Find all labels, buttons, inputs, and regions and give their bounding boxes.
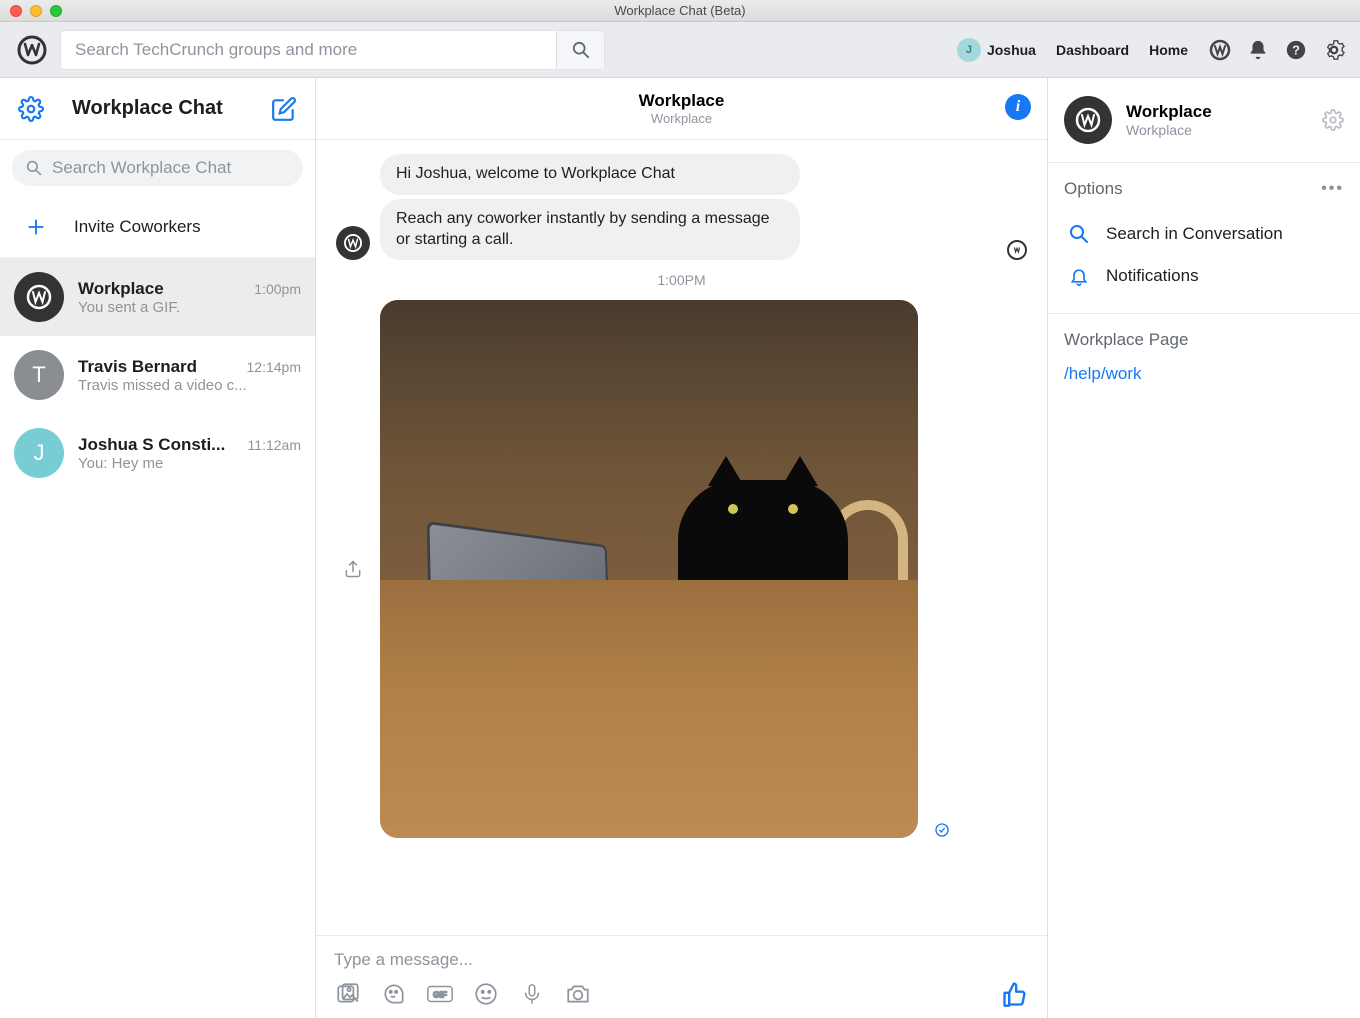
conv-preview: You: Hey me	[78, 455, 301, 472]
invite-coworkers-button[interactable]: Invite Coworkers	[0, 196, 315, 258]
contact-name: Workplace	[1126, 102, 1212, 122]
workplace-ring-icon[interactable]	[1208, 38, 1232, 62]
window-titlebar: Workplace Chat (Beta)	[0, 0, 1360, 22]
message-composer: GIF	[316, 935, 1047, 1018]
chat-subtitle: Workplace	[651, 111, 712, 126]
timestamp-label: 1:00PM	[336, 272, 1027, 288]
global-search-button[interactable]	[556, 31, 604, 69]
workplace-page-link[interactable]: /help/work	[1064, 364, 1344, 384]
gif-message-image[interactable]	[380, 300, 918, 838]
info-icon[interactable]: i	[1005, 94, 1031, 120]
conv-preview: You sent a GIF.	[78, 299, 301, 316]
nav-dashboard[interactable]: Dashboard	[1056, 42, 1129, 58]
options-heading: Options	[1064, 179, 1123, 199]
attach-photo-icon[interactable]	[334, 980, 362, 1008]
compose-new-message-icon[interactable]	[271, 96, 297, 122]
user-name-label: Joshua	[987, 42, 1036, 58]
sidebar-search[interactable]	[12, 150, 303, 186]
message-avatar-icon	[336, 226, 370, 260]
global-search-input[interactable]	[61, 40, 556, 60]
chat-header: Workplace Workplace i	[316, 78, 1047, 140]
workplace-logo-icon[interactable]	[14, 32, 50, 68]
zoom-window-icon[interactable]	[50, 5, 62, 17]
conv-time: 12:14pm	[247, 359, 301, 375]
composer-input[interactable]	[334, 950, 1029, 970]
chat-pane: Workplace Workplace i Hi Joshua, welcome…	[316, 78, 1048, 1018]
conversation-item-travis[interactable]: T Travis Bernard 12:14pm Travis missed a …	[0, 336, 315, 414]
svg-text:GIF: GIF	[433, 990, 447, 1000]
notifications-option-button[interactable]: Notifications	[1064, 255, 1344, 297]
conv-name: Joshua S Consti...	[78, 435, 225, 455]
svg-text:?: ?	[1292, 42, 1300, 57]
contact-avatar-icon	[1064, 96, 1112, 144]
sidebar-title: Workplace Chat	[72, 97, 251, 120]
sidebar-search-input[interactable]	[52, 158, 289, 178]
search-icon	[1068, 223, 1090, 245]
left-sidebar: Workplace Chat Invite Coworkers Workplac…	[0, 78, 316, 1018]
avatar-icon: T	[14, 350, 64, 400]
conv-name: Workplace	[78, 279, 164, 299]
global-search[interactable]	[60, 30, 605, 70]
nav-home[interactable]: Home	[1149, 42, 1188, 58]
window-title: Workplace Chat (Beta)	[0, 3, 1360, 18]
notifications-bell-icon[interactable]	[1246, 38, 1270, 62]
conversation-item-workplace[interactable]: Workplace 1:00pm You sent a GIF.	[0, 258, 315, 336]
right-panel-header: Workplace Workplace	[1048, 78, 1360, 163]
option-label: Notifications	[1106, 266, 1199, 286]
message-bubble: Reach any coworker instantly by sending …	[380, 199, 800, 261]
invite-label: Invite Coworkers	[74, 217, 201, 237]
top-navbar: J Joshua Dashboard Home ?	[0, 22, 1360, 78]
close-window-icon[interactable]	[10, 5, 22, 17]
conv-name: Travis Bernard	[78, 357, 197, 377]
panel-gear-icon[interactable]	[1322, 109, 1344, 131]
user-profile-chip[interactable]: J Joshua	[957, 38, 1036, 62]
workplace-page-heading: Workplace Page	[1064, 330, 1344, 350]
plus-icon	[24, 215, 48, 239]
contact-sub: Workplace	[1126, 122, 1212, 138]
emoji-icon[interactable]	[472, 980, 500, 1008]
search-in-conversation-button[interactable]: Search in Conversation	[1064, 213, 1344, 255]
gif-icon[interactable]: GIF	[426, 980, 454, 1008]
minimize-window-icon[interactable]	[30, 5, 42, 17]
message-bubble: Hi Joshua, welcome to Workplace Chat	[380, 154, 800, 195]
conversation-item-joshua[interactable]: J Joshua S Consti... 11:12am You: Hey me	[0, 414, 315, 492]
workplace-badge-icon	[1007, 240, 1027, 260]
option-label: Search in Conversation	[1106, 224, 1283, 244]
search-icon	[26, 160, 42, 176]
user-avatar-icon: J	[957, 38, 981, 62]
avatar-icon	[14, 272, 64, 322]
sidebar-settings-gear-icon[interactable]	[18, 96, 44, 122]
camera-icon[interactable]	[564, 980, 592, 1008]
help-icon[interactable]: ?	[1284, 38, 1308, 62]
right-panel: Workplace Workplace Options ••• Search i…	[1048, 78, 1360, 1018]
microphone-icon[interactable]	[518, 980, 546, 1008]
settings-gear-icon[interactable]	[1322, 38, 1346, 62]
messages-scroll[interactable]: Hi Joshua, welcome to Workplace Chat Rea…	[316, 140, 1047, 935]
conv-time: 1:00pm	[254, 281, 301, 297]
share-icon[interactable]	[336, 559, 370, 579]
thumbs-up-icon[interactable]	[1001, 980, 1029, 1008]
more-options-icon[interactable]: •••	[1321, 180, 1344, 198]
conv-preview: Travis missed a video c...	[78, 377, 301, 394]
conv-time: 11:12am	[248, 437, 301, 453]
chat-title: Workplace	[639, 91, 725, 111]
bell-icon	[1068, 265, 1090, 287]
delivered-check-icon	[934, 822, 950, 838]
avatar-icon: J	[14, 428, 64, 478]
sticker-icon[interactable]	[380, 980, 408, 1008]
